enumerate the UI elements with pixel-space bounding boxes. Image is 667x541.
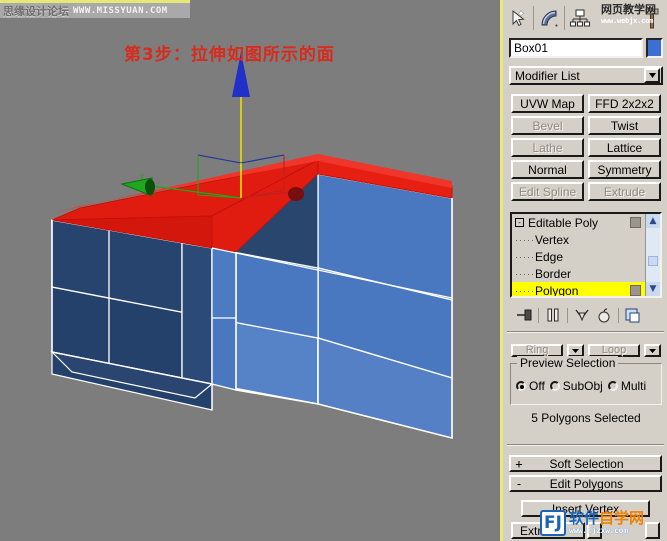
stack-item-label: Polygon <box>535 283 579 297</box>
stack-item-edge[interactable]: ····· Edge <box>512 248 645 265</box>
svg-text:y: y <box>140 172 144 180</box>
rollout-edit-polygons[interactable]: - Edit Polygons <box>509 475 662 492</box>
stack-item-border[interactable]: ····· Border <box>512 265 645 282</box>
modifier-buttons-grid: UVW Map FFD 2x2x2 Bevel Twist Lathe Latt… <box>511 94 661 201</box>
toolbar-separator <box>564 5 565 30</box>
preview-selection-radios: Off SubObj Multi <box>516 379 659 393</box>
tree-line-icon: ····· <box>515 234 533 245</box>
scroll-down-icon[interactable]: ▼ <box>646 282 660 296</box>
radio-dot-icon[interactable] <box>549 381 560 391</box>
extrude-settings-button[interactable] <box>645 522 660 539</box>
viewport-3d-scene[interactable]: y <box>0 0 497 541</box>
object-color-swatch[interactable] <box>646 38 663 58</box>
toolbar-separator <box>567 307 568 323</box>
modifier-button-symmetry[interactable]: Symmetry <box>588 160 661 179</box>
radio-label: Off <box>529 379 545 393</box>
toolbar-separator <box>618 307 619 323</box>
radio-label: Multi <box>620 379 647 393</box>
collapse-expander-icon[interactable]: - <box>515 218 524 227</box>
watermark-missyuan-cn: 思缘设计论坛 <box>3 4 69 18</box>
tree-line-icon: ····· <box>515 251 533 262</box>
stack-item-polygon[interactable]: ····· Polygon <box>512 282 645 296</box>
viewport[interactable]: y 第3步：拉伸如图所示的面 思缘设计论坛 WWW.MISSYUAN.COM <box>0 0 497 541</box>
modifier-stack-scrollbar[interactable]: ▲ ▼ <box>645 214 660 296</box>
radio-label: SubObj <box>562 379 603 393</box>
stack-item-vertex[interactable]: ····· Vertex <box>512 231 645 248</box>
radio-dot-icon[interactable] <box>516 381 526 391</box>
radio-preview-subobj[interactable]: SubObj <box>549 379 603 393</box>
stack-toggle-icon[interactable] <box>630 285 641 296</box>
bend-arc-icon[interactable] <box>536 3 562 33</box>
insert-vertex-button[interactable]: Insert Vertex <box>521 500 650 517</box>
modifier-button-twist[interactable]: Twist <box>588 116 661 135</box>
object-name-row: Box01 <box>509 38 663 58</box>
rollout-sign: + <box>515 456 523 471</box>
hierarchy-icon[interactable] <box>567 3 593 33</box>
panel-divider <box>507 444 664 446</box>
scrollbar-thumb[interactable] <box>648 256 658 266</box>
show-end-result-icon[interactable] <box>543 305 563 325</box>
modifier-stack-list[interactable]: - Editable Poly ····· Vertex ····· Edge … <box>512 214 645 296</box>
modifier-button-ffd-2x2x2[interactable]: FFD 2x2x2 <box>588 94 661 113</box>
modifier-stack[interactable]: - Editable Poly ····· Vertex ····· Edge … <box>510 212 662 298</box>
scroll-up-icon[interactable]: ▲ <box>646 214 660 228</box>
tree-line-icon: ····· <box>515 285 533 296</box>
radio-preview-off[interactable]: Off <box>516 379 545 393</box>
stack-toggle-icon[interactable] <box>630 217 641 228</box>
modifier-button-extrude: Extrude <box>588 182 661 201</box>
watermark-missyuan-url: WWW.MISSYUAN.COM <box>73 5 168 16</box>
modifier-button-lattice[interactable]: Lattice <box>588 138 661 157</box>
modifier-list-label: Modifier List <box>515 68 580 83</box>
command-panel-tabs: 网页教学网 www.webjx.com <box>505 0 667 35</box>
utilities-hammer-icon[interactable] <box>639 3 665 33</box>
rollout-soft-selection[interactable]: + Soft Selection <box>509 455 662 472</box>
modifier-button-lathe: Lathe <box>511 138 584 157</box>
rollout-title: Edit Polygons <box>549 476 624 491</box>
tree-line-icon: ····· <box>515 268 533 279</box>
scrollbar-track[interactable] <box>646 228 660 282</box>
preview-selection-legend: Preview Selection <box>517 356 619 370</box>
modifier-button-normal[interactable]: Normal <box>511 160 584 179</box>
select-modify-icon[interactable] <box>505 3 531 33</box>
make-unique-icon[interactable] <box>572 305 592 325</box>
stack-item-label: Border <box>535 266 572 281</box>
stack-item-label: Vertex <box>535 232 570 247</box>
loop-spinner[interactable] <box>644 344 661 357</box>
extrude-button[interactable]: Extrude <box>511 522 585 539</box>
toolbar-separator <box>533 5 534 30</box>
modifier-button-bevel: Bevel <box>511 116 584 135</box>
watermark-missyuan: 思缘设计论坛 WWW.MISSYUAN.COM <box>0 0 190 18</box>
chevron-down-icon[interactable] <box>644 68 660 83</box>
stack-item-label: Edge <box>535 249 564 264</box>
edit-polygons-body: Insert Vertex Extrude <box>509 496 662 541</box>
modifier-button-uvw-map[interactable]: UVW Map <box>511 94 584 113</box>
stack-item-label: Editable Poly <box>528 215 599 230</box>
modifier-stack-toolbar <box>510 302 662 328</box>
pin-stack-icon[interactable] <box>514 305 534 325</box>
rollout-title: Soft Selection <box>549 456 624 471</box>
remove-modifier-icon[interactable] <box>594 305 614 325</box>
radio-dot-icon[interactable] <box>607 381 618 391</box>
rollout-sign: - <box>515 476 523 491</box>
modifier-list-dropdown[interactable]: Modifier List <box>509 66 663 85</box>
toolbar-separator <box>538 307 539 323</box>
extrude-spinner[interactable] <box>587 522 602 539</box>
step-title: 第3步：拉伸如图所示的面 <box>124 45 335 65</box>
configure-modifier-sets-icon[interactable] <box>623 305 643 325</box>
radio-preview-multi[interactable]: Multi <box>607 379 647 393</box>
stack-item-editable-poly[interactable]: - Editable Poly <box>512 214 645 231</box>
object-name-input[interactable]: Box01 <box>509 38 643 58</box>
preview-selection-group: Preview Selection Off SubObj Multi <box>510 356 662 405</box>
selection-count-label: 5 Polygons Selected <box>531 411 641 425</box>
command-panel: 网页教学网 www.webjx.com Box01 Modifier List … <box>500 0 667 541</box>
panel-divider <box>507 331 664 333</box>
modifier-button-edit-spline: Edit Spline <box>511 182 584 201</box>
